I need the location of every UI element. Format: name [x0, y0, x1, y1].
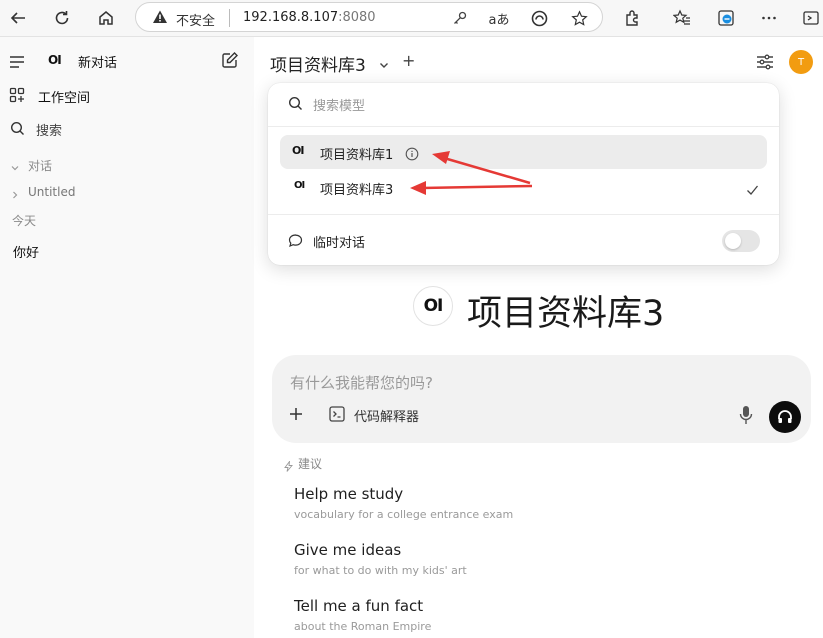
browser-toolbar: 不安全 192.168.8.107:8080 aあ	[0, 0, 823, 37]
terminal-icon[interactable]	[329, 406, 345, 426]
search-link[interactable]: 搜索	[36, 120, 62, 139]
suggestion-subtitle[interactable]: about the Roman Empire	[294, 620, 431, 633]
avatar[interactable]: T	[789, 50, 813, 74]
folder-label[interactable]: 对话	[28, 157, 52, 174]
toggle-knob	[725, 233, 741, 249]
url-port: :8080	[338, 10, 376, 25]
model-search-row: 搜索模型	[268, 83, 779, 127]
chevron-down-icon[interactable]	[378, 56, 390, 75]
read-aloud-icon[interactable]: aあ	[488, 7, 510, 29]
plus-icon[interactable]	[289, 406, 303, 425]
chevron-right-icon[interactable]	[10, 185, 20, 204]
refresh-icon[interactable]	[50, 6, 74, 30]
favorites-icon[interactable]	[670, 6, 694, 30]
headphones-icon	[778, 410, 792, 423]
model-option[interactable]: OI 项目资料库3	[280, 170, 767, 204]
more-icon[interactable]	[757, 6, 781, 30]
warning-icon[interactable]	[152, 9, 168, 29]
home-icon[interactable]	[94, 6, 118, 30]
insecure-label[interactable]: 不安全	[176, 10, 215, 29]
model-search-input[interactable]: 搜索模型	[313, 95, 365, 114]
suggestion-title[interactable]: Give me ideas	[294, 541, 401, 559]
suggestion-subtitle[interactable]: for what to do with my kids' art	[294, 564, 467, 577]
oi-logo-icon: OI	[423, 296, 444, 316]
info-icon[interactable]	[405, 146, 419, 165]
chat-history-item[interactable]: 你好	[13, 242, 39, 261]
voice-mode-button[interactable]	[769, 401, 801, 433]
workspace-icon[interactable]	[9, 87, 25, 107]
sidebar-icon[interactable]	[799, 6, 823, 30]
model-option-label: 项目资料库3	[320, 183, 394, 198]
today-label: 今天	[12, 214, 37, 228]
temp-chat-row: 临时对话	[268, 214, 779, 266]
untitled-folder[interactable]: Untitled	[28, 185, 75, 199]
key-icon[interactable]	[449, 7, 471, 29]
suggestions-header: 建议	[298, 457, 323, 471]
temp-chat-label: 临时对话	[313, 236, 366, 251]
menu-icon[interactable]	[9, 54, 25, 73]
workspace-link[interactable]: 工作空间	[38, 87, 90, 106]
hero-logo: OI	[413, 286, 453, 326]
suggestion-title[interactable]: Help me study	[294, 485, 403, 503]
suggestion-title[interactable]: Tell me a fun fact	[294, 597, 423, 615]
code-interpreter-button[interactable]: 代码解释器	[354, 406, 419, 425]
temp-chat-toggle[interactable]	[722, 230, 760, 252]
hero-title: 项目资料库3	[467, 294, 665, 334]
oi-logo-icon: OI	[292, 144, 304, 157]
star-icon[interactable]	[568, 7, 590, 29]
message-input[interactable]: 有什么我能帮您的吗?	[290, 372, 433, 393]
new-chat-button[interactable]: 新对话	[78, 52, 117, 71]
edge-shield-icon[interactable]	[528, 7, 550, 29]
search-icon	[288, 96, 303, 115]
check-icon	[746, 181, 759, 200]
main-area: 项目资料库3 + T 搜索模型 OI 项目资料库1 OI 项目资料库3 临时对话…	[254, 37, 823, 638]
back-icon[interactable]	[6, 6, 30, 30]
chat-bubble-icon	[288, 233, 303, 252]
model-selector[interactable]: 项目资料库3	[270, 51, 366, 76]
microphone-icon[interactable]	[739, 405, 753, 429]
address-bar[interactable]: 不安全 192.168.8.107:8080 aあ	[135, 2, 603, 32]
sparkle-icon	[283, 457, 294, 476]
address-divider	[229, 9, 230, 27]
model-option-label: 项目资料库1	[320, 148, 394, 163]
extensions-icon[interactable]	[620, 6, 644, 30]
url-host: 192.168.8.107	[243, 10, 339, 25]
collections-icon[interactable]	[714, 6, 738, 30]
oi-logo-icon: OI	[48, 53, 62, 67]
add-model-button[interactable]: +	[402, 51, 415, 70]
sidebar: OI 新对话 工作空间 搜索 对话 Untitled 今天 你好	[0, 37, 254, 638]
model-dropdown: 搜索模型 OI 项目资料库1 OI 项目资料库3 临时对话	[268, 83, 779, 265]
model-option[interactable]: OI 项目资料库1	[280, 135, 767, 169]
chevron-down-icon[interactable]	[10, 158, 20, 177]
settings-sliders-icon[interactable]	[756, 54, 774, 74]
search-icon[interactable]	[10, 121, 25, 140]
edit-icon[interactable]	[221, 51, 239, 73]
url-text[interactable]: 192.168.8.107:8080	[243, 10, 376, 25]
oi-logo-icon: OI	[294, 180, 305, 191]
message-composer: 有什么我能帮您的吗? 代码解释器	[272, 355, 811, 443]
suggestion-subtitle[interactable]: vocabulary for a college entrance exam	[294, 508, 513, 521]
